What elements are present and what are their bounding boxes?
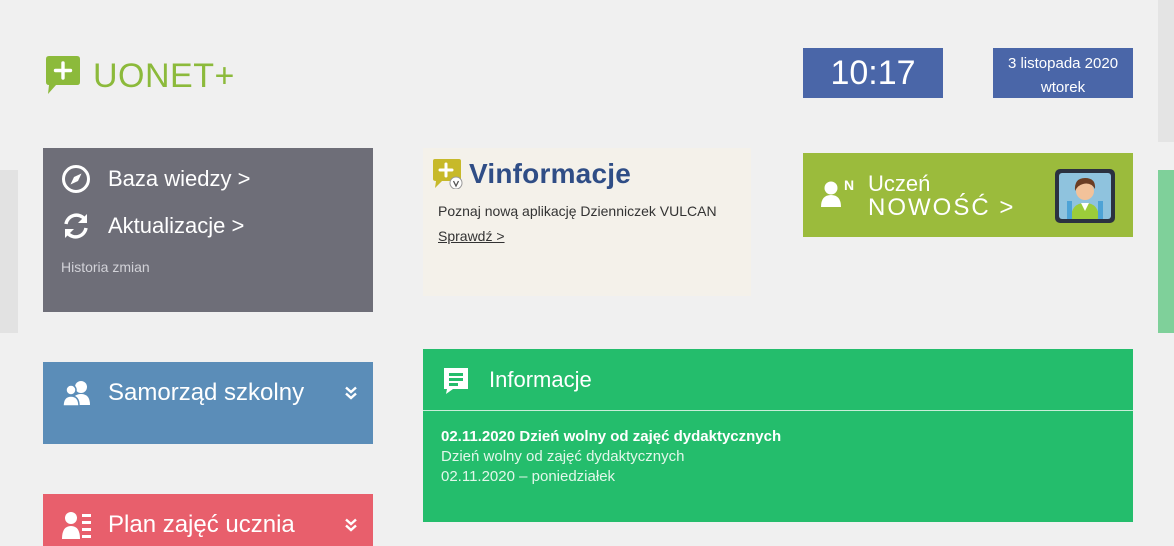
speech-bubble-plus-icon xyxy=(46,56,80,94)
student-list-icon xyxy=(62,512,91,539)
uczen-tile[interactable]: N Uczeń NOWOŚĆ > xyxy=(803,153,1133,237)
right-edge-green-panel xyxy=(1158,170,1174,333)
left-edge-panel xyxy=(0,170,18,333)
uczen-new-label: NOWOŚĆ > xyxy=(868,194,1016,221)
group-icon xyxy=(62,381,90,407)
logo-text: UONET+ xyxy=(93,57,235,95)
help-tile: Baza wiedzy > Aktualizacje > Historia zm… xyxy=(43,148,373,312)
vinformacje-description: Poznaj nową aplikację Dzienniczek VULCAN xyxy=(438,203,717,219)
knowledge-base-label: Baza wiedzy > xyxy=(108,166,251,191)
refresh-icon xyxy=(64,213,88,239)
samorzad-tile[interactable]: Samorząd szkolny xyxy=(43,362,373,444)
knowledge-base-link[interactable]: Baza wiedzy > xyxy=(61,164,250,194)
vinformacje-title: Vinformacje xyxy=(469,158,631,189)
clock: 10:17 xyxy=(803,48,943,98)
uczen-badge-letter: N xyxy=(844,177,854,193)
informacje-panel: Informacje 02.11.2020 Dzień wolny od zaj… xyxy=(423,349,1133,522)
weekday-text: wtorek xyxy=(1040,79,1086,96)
student-badge-icon: N xyxy=(821,177,854,207)
vinformacje-check-link[interactable]: Sprawdź > xyxy=(438,228,505,244)
updates-link[interactable]: Aktualizacje > xyxy=(61,211,244,241)
plan-tile[interactable]: Plan zajęć ucznia xyxy=(43,494,373,546)
samorzad-row: Samorząd szkolny xyxy=(61,377,304,409)
news-title: 02.11.2020 Dzień wolny od zajęć dydaktyc… xyxy=(441,428,782,445)
plan-label: Plan zajęć ucznia xyxy=(108,511,295,538)
news-date: 02.11.2020 – poniedziałek xyxy=(441,468,616,485)
vulcan-plus-icon xyxy=(433,159,463,189)
double-chevron-down-icon[interactable] xyxy=(345,518,357,532)
history-link[interactable]: Historia zmian xyxy=(61,259,150,275)
double-chevron-down-icon[interactable] xyxy=(345,386,357,400)
vinformacje-tile: Vinformacje Poznaj nową aplikację Dzienn… xyxy=(423,148,751,296)
date-display: 3 listopada 2020 wtorek xyxy=(993,48,1133,98)
vinformacje-header: Vinformacje xyxy=(433,158,631,190)
uonet-logo[interactable]: UONET+ xyxy=(46,56,235,96)
date-text: 3 listopada 2020 xyxy=(1007,55,1119,72)
news-item[interactable]: 02.11.2020 Dzień wolny od zajęć dydaktyc… xyxy=(441,427,1133,487)
updates-label: Aktualizacje > xyxy=(108,213,245,238)
plan-row: Plan zajęć ucznia xyxy=(61,509,295,541)
informacje-list: 02.11.2020 Dzień wolny od zajęć dydaktyc… xyxy=(423,411,1133,487)
informacje-title: Informacje xyxy=(489,366,592,392)
document-icon xyxy=(444,367,468,394)
student-illustration-icon xyxy=(1055,169,1115,223)
compass-icon xyxy=(62,165,90,193)
informacje-header: Informacje xyxy=(423,349,1133,411)
samorzad-label: Samorząd szkolny xyxy=(108,379,305,406)
right-edge-panel xyxy=(1158,0,1174,142)
news-description: Dzień wolny od zajęć dydaktycznych xyxy=(441,448,685,465)
